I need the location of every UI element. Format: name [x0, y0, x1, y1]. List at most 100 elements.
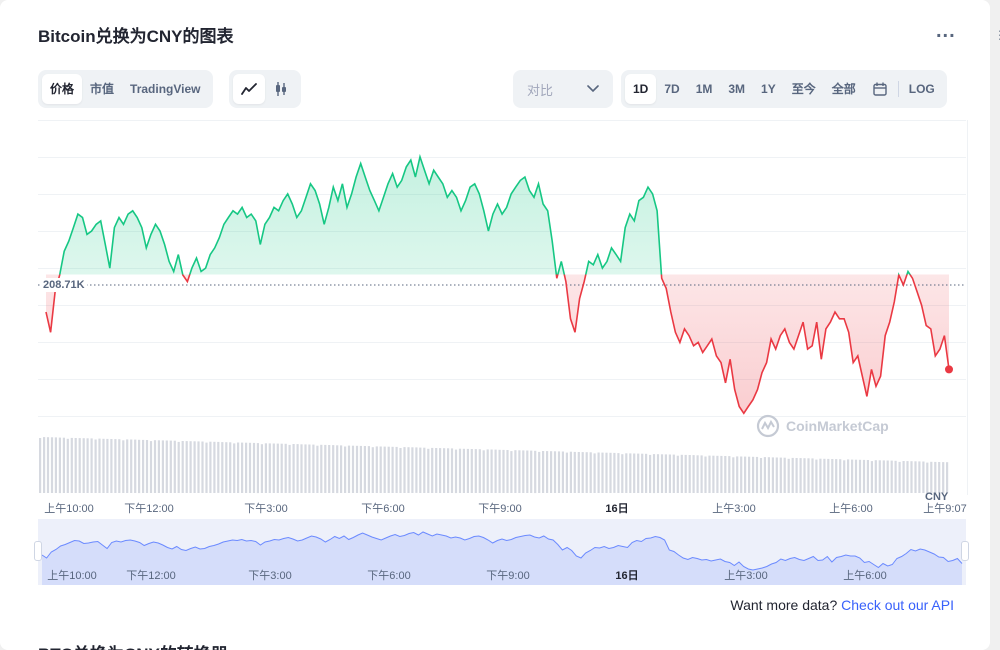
volume-bar [565, 452, 568, 493]
api-link[interactable]: Check out our API [841, 597, 954, 613]
volume-bar [379, 446, 382, 493]
range-1m[interactable]: 1M [688, 74, 721, 104]
volume-bar [637, 453, 640, 493]
volume-bar [102, 438, 105, 493]
navigator-left-handle[interactable] [34, 541, 42, 561]
coinmarketcap-logo-icon [756, 414, 780, 438]
volume-bar [284, 443, 287, 493]
volume-bar [862, 459, 866, 493]
volume-bar [70, 437, 73, 493]
volume-bar [748, 456, 751, 493]
more-options-button[interactable]: ... [936, 21, 956, 41]
volume-bar [906, 461, 909, 493]
volume-bar [534, 450, 537, 494]
range-all[interactable]: 全部 [824, 74, 864, 104]
volume-bar [157, 440, 160, 493]
volume-bar [296, 444, 299, 493]
volume-bar [589, 452, 592, 493]
volume-bar [177, 441, 180, 493]
volume-bar [173, 440, 176, 493]
tab-tradingview[interactable]: TradingView [122, 74, 208, 104]
range-ytd[interactable]: 至今 [784, 74, 824, 104]
volume-bar [363, 446, 366, 493]
volume-bar [138, 439, 141, 494]
volume-bar [193, 441, 196, 493]
volume-bar [823, 458, 826, 493]
volume-bar [866, 460, 869, 493]
volume-bar [169, 440, 172, 493]
volume-bar [755, 456, 759, 493]
volume-bar [332, 445, 335, 493]
volume-bar [645, 453, 648, 493]
volume-bar [736, 456, 739, 493]
volume-bar [538, 451, 541, 493]
volume-bar [288, 444, 291, 493]
volume-bar [934, 461, 937, 493]
volume-bar [344, 446, 347, 493]
volume-bar [510, 451, 513, 493]
volume-bar [930, 461, 933, 494]
volume-bar [470, 449, 473, 493]
volume-bar [351, 445, 355, 493]
volume-bar [276, 443, 279, 493]
volume-bar [807, 458, 810, 493]
candlestick-chart-button[interactable] [265, 74, 297, 104]
volume-bar [740, 456, 743, 493]
volume-bar [126, 439, 129, 493]
volume-bar [502, 449, 505, 493]
volume-bar [696, 455, 699, 493]
volume-bar [752, 456, 755, 493]
volume-bar [149, 441, 153, 493]
volume-bar [292, 444, 295, 493]
volume-bar [387, 446, 390, 493]
range-1d[interactable]: 1D [625, 74, 657, 104]
volume-bar [843, 460, 846, 493]
volume-bar [320, 444, 323, 493]
price-chart[interactable] [38, 120, 968, 495]
compare-dropdown[interactable]: 对比 [513, 70, 613, 108]
range-1y[interactable]: 1Y [753, 74, 784, 104]
line-chart-button[interactable] [233, 74, 265, 104]
volume-bar [799, 458, 802, 493]
volume-bar [189, 441, 192, 493]
volume-bar [609, 452, 612, 493]
x-tick-label: 上午6:00 [829, 503, 873, 515]
volume-bar [712, 455, 715, 493]
volume-bar [839, 459, 842, 493]
volume-bar [94, 439, 97, 493]
volume-bar [336, 445, 339, 494]
tab-price[interactable]: 价格 [42, 74, 83, 104]
volume-bar [763, 457, 766, 493]
date-picker-button[interactable] [864, 74, 896, 104]
range-3m[interactable]: 3M [720, 74, 753, 104]
volume-bar [355, 445, 359, 493]
tab-market-cap[interactable]: 市值 [82, 74, 122, 104]
volume-bar [415, 447, 418, 493]
volume-bar [371, 447, 374, 493]
volume-bar [613, 452, 616, 493]
volume-bar [858, 459, 862, 493]
calendar-icon [873, 82, 887, 96]
volume-bar [110, 439, 113, 493]
navigator-right-handle[interactable] [961, 541, 969, 561]
volume-bar [114, 439, 117, 493]
volume-bars [39, 437, 949, 494]
volume-bar [347, 445, 351, 493]
volume-bar [720, 455, 723, 493]
volume-bar [847, 459, 850, 493]
volume-bar [815, 459, 818, 493]
volume-bar [359, 445, 362, 493]
volume-bar [435, 448, 438, 493]
log-scale-toggle[interactable]: LOG [901, 74, 943, 104]
navigator-tick: 下午3:00 [248, 570, 292, 582]
volume-bar [280, 443, 283, 493]
navigator-tick: 上午3:00 [724, 570, 768, 582]
currency-label: CNY [925, 491, 949, 503]
navigator-tick: 下午9:00 [486, 570, 530, 582]
range-7d[interactable]: 7D [656, 74, 687, 104]
volume-bar [744, 456, 747, 493]
volume-bar [561, 451, 564, 493]
volume-bar [672, 454, 675, 493]
volume-bar [454, 449, 458, 494]
volume-bar [482, 450, 485, 493]
